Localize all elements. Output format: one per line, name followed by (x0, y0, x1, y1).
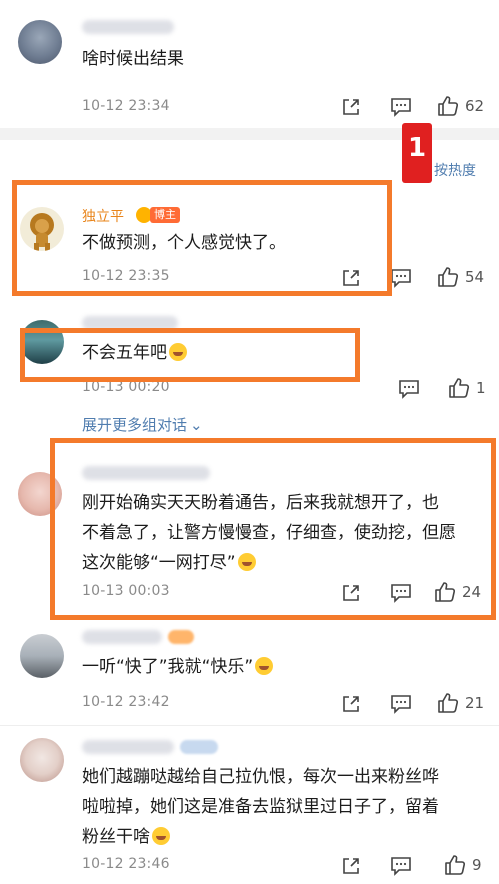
like-count: 54 (465, 268, 485, 286)
comment-time: 10-12 23:46 (82, 856, 170, 872)
row-divider (0, 725, 499, 726)
username-blurred[interactable] (82, 740, 174, 754)
comment-line: 啦啦掉，她们这是准备去监狱里过日子了，留着 (82, 797, 439, 817)
avatar[interactable] (18, 20, 62, 64)
like-button[interactable]: 54 (437, 266, 484, 288)
comment-icon (391, 98, 411, 117)
share-icon (343, 858, 359, 874)
like-button[interactable]: 62 (437, 95, 484, 117)
like-button[interactable]: 21 (437, 692, 484, 714)
reply-button[interactable] (390, 268, 412, 288)
comment-line: 她们越蹦哒越给自己拉仇恨，每次一出来粉丝哗 (82, 767, 439, 787)
sort-by-hot-button[interactable]: 按热度 (434, 160, 476, 180)
like-count: 62 (465, 97, 485, 115)
expand-label: 展开更多组对话 (82, 416, 188, 434)
comment-text: 她们越蹦哒越给自己拉仇恨，每次一出来粉丝哗 啦啦掉，她们这是准备去监狱里过日子了… (82, 762, 439, 852)
highlight-box (50, 438, 496, 620)
reply-button[interactable] (398, 379, 420, 399)
expand-more-conversations-link[interactable]: 展开更多组对话 ⌄ (82, 414, 203, 435)
like-count: 1 (476, 379, 486, 397)
like-count: 9 (472, 856, 482, 874)
thumbs-up-icon (445, 855, 466, 875)
fan-badge-icon (168, 630, 194, 644)
like-count: 21 (465, 694, 485, 712)
reply-button[interactable] (390, 97, 412, 117)
share-icon (343, 99, 359, 115)
thumbs-up-icon (438, 96, 459, 116)
like-button[interactable]: 1 (448, 377, 486, 399)
thumbs-up-icon (438, 267, 459, 287)
thumbs-up-icon (449, 378, 470, 398)
fan-badge-icon (180, 740, 218, 754)
comment-time: 10-12 23:42 (82, 694, 170, 710)
heart-eyes-emoji-icon (152, 827, 170, 845)
sort-marker-badge: 1 (402, 123, 432, 183)
comment-text: 一听“快了”我就“快乐” (82, 652, 274, 682)
username-blurred[interactable] (82, 20, 174, 34)
share-icon (343, 696, 359, 712)
chevron-down-icon: ⌄ (190, 416, 203, 434)
sort-marker-number: 1 (407, 133, 427, 163)
highlight-box (20, 328, 360, 382)
like-button[interactable]: 9 (444, 854, 482, 876)
comment-time: 10-12 23:34 (82, 98, 170, 114)
share-button[interactable] (341, 856, 361, 876)
comment-icon (391, 695, 411, 714)
thumbs-up-icon (438, 693, 459, 713)
avatar[interactable] (20, 738, 64, 782)
comment-icon (399, 380, 419, 399)
comment-icon (391, 269, 411, 288)
username-blurred[interactable] (82, 630, 162, 644)
share-button[interactable] (341, 97, 361, 117)
comment-text: 啥时候出结果 (82, 49, 184, 69)
reply-button[interactable] (390, 856, 412, 876)
comment-text-content: 一听“快了”我就“快乐” (82, 657, 254, 677)
comment-icon (391, 857, 411, 876)
reply-button[interactable] (390, 694, 412, 714)
highlight-box (12, 180, 392, 296)
avatar[interactable] (20, 634, 64, 678)
comment-line: 粉丝干啥 (82, 827, 150, 847)
share-button[interactable] (341, 694, 361, 714)
laughing-emoji-icon (255, 657, 274, 675)
comment-line-last: 粉丝干啥 (82, 822, 439, 852)
